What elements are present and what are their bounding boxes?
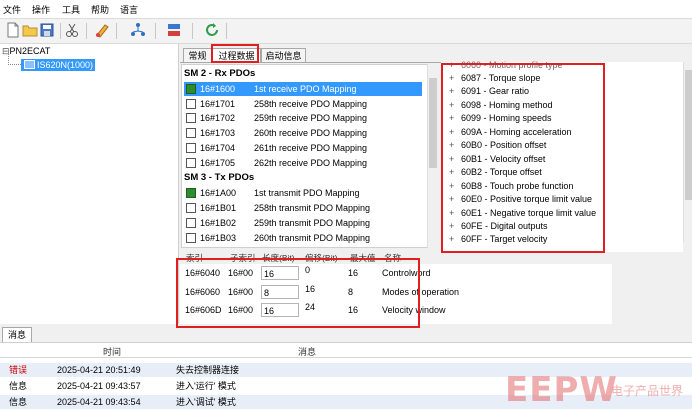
tab-messages[interactable]: 消息 (2, 327, 32, 342)
scrollbar-thumb[interactable] (429, 78, 437, 168)
device-tree: ⊟PN2ECAT IS620N(1000) (0, 44, 179, 324)
rx-pdo-section: SM 2 - Rx PDOs (184, 68, 256, 79)
pdo-name: 258th transmit PDO Mapping (254, 203, 371, 213)
pdo-row[interactable]: 16#1A00 1st transmit PDO Mapping (184, 186, 422, 200)
pdo-row[interactable]: 16#1705 262th receive PDO Mapping (184, 156, 422, 170)
pdo-row[interactable]: 16#1702 259th receive PDO Mapping (184, 111, 422, 125)
pdo-name: 259th transmit PDO Mapping (254, 218, 371, 228)
device-icon (24, 60, 35, 69)
pdo-index: 16#1B02 (200, 218, 237, 228)
pdo-name: 260th transmit PDO Mapping (254, 233, 371, 243)
highlight-tab (211, 44, 259, 63)
network-icon[interactable] (130, 22, 146, 38)
pdo-checkbox[interactable] (186, 218, 196, 228)
msg-time: 2025-04-21 09:43:57 (57, 381, 141, 391)
pdo-row[interactable]: 16#1600 1st receive PDO Mapping (184, 82, 422, 96)
pdo-name: 260th receive PDO Mapping (254, 128, 368, 138)
highlight-mapping (176, 258, 420, 328)
pdo-row[interactable]: 16#1B03 260th transmit PDO Mapping (184, 231, 422, 245)
menu-file[interactable]: 文件 (3, 3, 21, 16)
msg-text: 失去控制器连接 (176, 365, 240, 375)
pdo-index: 16#1701 (200, 99, 236, 109)
pdo-index: 16#1704 (200, 143, 236, 153)
tx-pdo-section: SM 3 - Tx PDOs (184, 172, 255, 183)
watermark-logo: EEPW (505, 370, 618, 410)
tab-general[interactable]: 常规 (183, 48, 212, 63)
pdo-checkbox[interactable] (186, 233, 196, 243)
highlight-objects (441, 63, 605, 253)
toolbar (0, 19, 692, 44)
msg-type: 信息 (9, 381, 28, 391)
pdo-name: 261th receive PDO Mapping (254, 143, 368, 153)
pdo-index: 16#1A00 (200, 188, 237, 198)
pdo-checkbox[interactable] (186, 84, 196, 94)
pdo-name: 1st receive PDO Mapping (254, 84, 357, 94)
msg-type: 错误 (9, 365, 28, 375)
pdo-row[interactable]: 16#1B01 258th transmit PDO Mapping (184, 201, 422, 215)
pdo-row[interactable]: 16#1703 260th receive PDO Mapping (184, 126, 422, 140)
tree-connector (8, 54, 21, 65)
pdo-index: 16#1600 (200, 84, 236, 94)
eepw-watermark: EEPW 电子产品世界 (505, 370, 692, 410)
msg-text: 进入'调试' 模式 (176, 397, 236, 407)
cut-icon[interactable] (64, 22, 80, 38)
pdo-index: 16#1B03 (200, 233, 237, 243)
pdo-name: 262th receive PDO Mapping (254, 158, 368, 168)
msg-time: 2025-04-21 20:51:49 (57, 365, 141, 375)
edit-icon[interactable] (94, 22, 110, 38)
pdo-list: SM 2 - Rx PDOs 16#1600 1st receive PDO M… (181, 64, 429, 248)
pdo-list-scrollbar[interactable] (427, 64, 438, 248)
open-folder-icon[interactable] (22, 22, 38, 38)
menu-operation[interactable]: 操作 (32, 3, 50, 16)
pdo-index: 16#1705 (200, 158, 236, 168)
pdo-index: 16#1702 (200, 113, 236, 123)
pdo-checkbox[interactable] (186, 99, 196, 109)
pdo-checkbox[interactable] (186, 203, 196, 213)
pdo-row[interactable]: 16#1704 261th receive PDO Mapping (184, 141, 422, 155)
pdo-checkbox[interactable] (186, 143, 196, 153)
menu-tools[interactable]: 工具 (62, 3, 80, 16)
pdo-index: 16#1703 (200, 128, 236, 138)
msg-text: 进入'运行' 模式 (176, 381, 236, 391)
object-list-scrollbar[interactable] (683, 62, 692, 242)
msg-time: 2025-04-21 09:43:54 (57, 397, 141, 407)
new-file-icon[interactable] (5, 22, 21, 38)
pdo-checkbox[interactable] (186, 188, 196, 198)
pdo-name: 258th receive PDO Mapping (254, 99, 368, 109)
pdo-name: 1st transmit PDO Mapping (254, 188, 360, 198)
pdo-row[interactable]: 16#1B02 259th transmit PDO Mapping (184, 216, 422, 230)
tree-item-device[interactable]: IS620N(1000) (21, 59, 95, 71)
save-icon[interactable] (39, 22, 55, 38)
tree-item-device-label: IS620N(1000) (37, 60, 94, 70)
tab-startup-info[interactable]: 启动信息 (261, 48, 306, 63)
watermark-tagline: 电子产品世界 (611, 384, 684, 398)
scrollbar-thumb[interactable] (685, 70, 692, 200)
menu-language[interactable]: 语言 (120, 3, 138, 16)
pdo-checkbox[interactable] (186, 158, 196, 168)
menu-bar: 文件 操作 工具 帮助 语言 (0, 0, 692, 19)
pdo-row[interactable]: 16#1701 258th receive PDO Mapping (184, 97, 422, 111)
pdo-checkbox[interactable] (186, 128, 196, 138)
pdo-index: 16#1B01 (200, 203, 237, 213)
refresh-icon[interactable] (204, 22, 220, 38)
device-icon[interactable] (166, 22, 182, 38)
msg-type: 信息 (9, 397, 28, 407)
pdo-name: 259th receive PDO Mapping (254, 113, 368, 123)
pdo-checkbox[interactable] (186, 113, 196, 123)
menu-help[interactable]: 帮助 (91, 3, 109, 16)
